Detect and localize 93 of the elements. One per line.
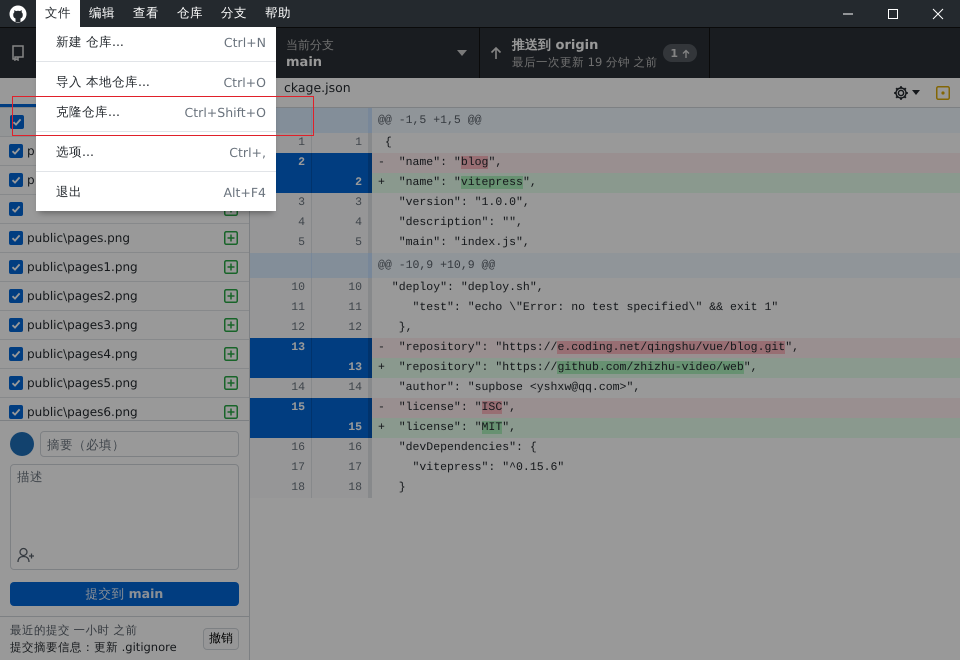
hunk-header: @@ -10,9 +10,9 @@ (372, 253, 960, 278)
file-name: p (27, 173, 35, 187)
check-icon (11, 204, 21, 214)
menu-item[interactable]: 查看 (124, 0, 168, 27)
gutter-cell (312, 338, 372, 358)
code-line: "description": "", (398, 215, 524, 231)
checkbox[interactable] (9, 376, 23, 390)
file-name: public\pages5.png (27, 376, 138, 390)
plus-square-icon (224, 318, 238, 332)
check-icon (11, 378, 21, 388)
last-commit-message: 提交摘要信息：更新 .gitignore (10, 640, 178, 654)
summary-field[interactable]: 摘要（必填） (40, 431, 239, 457)
last-fetched-text: 最后一次更新 19 分钟 之前 (512, 55, 659, 70)
check-icon (11, 407, 21, 417)
check-icon (11, 349, 21, 359)
plus-square-icon (224, 347, 238, 361)
checkbox[interactable] (9, 231, 23, 245)
check-icon (11, 262, 21, 272)
line-number: 13 (250, 338, 312, 358)
checkbox[interactable] (9, 318, 23, 332)
code-line: }, (398, 320, 414, 336)
close-icon[interactable] (932, 8, 944, 20)
check-icon (11, 291, 21, 301)
line-number: 15 (250, 398, 312, 418)
menu-item[interactable]: 帮助 (256, 0, 300, 27)
settings-button[interactable] (893, 84, 920, 100)
menu-item[interactable]: 分支 (212, 0, 256, 27)
avatar (10, 432, 34, 456)
checkbox[interactable] (9, 289, 23, 303)
arrow-up-icon (490, 46, 502, 60)
branch-name: main (286, 54, 324, 70)
code-line: "vitepress": "^0.15.6" (412, 460, 566, 476)
last-commit-time: 最近的提交 一小时 之前 (10, 622, 138, 638)
push-title: 推送到 origin (512, 37, 600, 54)
dot-square-icon[interactable] (936, 86, 950, 100)
check-icon (11, 233, 21, 243)
check-icon (11, 146, 21, 156)
gutter-cell (312, 253, 372, 278)
repo-icon[interactable] (11, 45, 25, 61)
file-name: public\pages2.png (27, 289, 138, 303)
caret-icon (912, 90, 920, 95)
code-line: } (398, 480, 407, 496)
checkbox[interactable] (9, 202, 23, 216)
code-line: { (384, 135, 393, 151)
code-line: "main": "index.js", (398, 235, 531, 251)
menu-item[interactable]: 文件 (36, 0, 80, 27)
code-line: "author": "supbose <yshxw@qq.com>", (398, 380, 642, 396)
gutter-cell (250, 253, 312, 278)
plus-square-icon (224, 376, 238, 390)
check-icon (11, 175, 21, 185)
code-line: "version": "1.0.0", (398, 195, 531, 211)
checkbox[interactable] (9, 144, 23, 158)
hunk-header: @@ -1,5 +1,5 @@ (372, 108, 960, 133)
plus-square-icon (224, 260, 238, 274)
gutter-cell (312, 398, 372, 418)
ahead-count: 1 (670, 46, 678, 60)
line-number: 15 (312, 418, 372, 438)
file-name: public\pages1.png (27, 260, 138, 274)
undo-button[interactable]: 撤销 (203, 628, 239, 650)
file-name: public\pages4.png (27, 347, 138, 361)
caret-icon (457, 50, 467, 56)
line-number: 13 (312, 358, 372, 378)
checkbox[interactable] (9, 260, 23, 274)
arrow-up-icon (682, 48, 690, 58)
menu-item[interactable]: 编辑 (80, 0, 124, 27)
add-person-icon[interactable] (17, 547, 35, 563)
gutter-cell (312, 153, 372, 173)
settings-icon (893, 84, 909, 100)
gutter-cell (250, 358, 312, 378)
checkbox[interactable] (9, 173, 23, 187)
menu-item[interactable]: 仓库 (168, 0, 212, 27)
logo-icon[interactable] (9, 4, 27, 22)
gutter-cell (312, 108, 372, 133)
file-name: public\pages3.png (27, 318, 138, 332)
checkbox[interactable] (9, 405, 23, 419)
file-name: public\pages.png (27, 231, 130, 245)
code-line: "devDependencies": { (398, 440, 538, 456)
file-name: p (27, 144, 35, 158)
file-name: ckage.json (284, 81, 352, 95)
plus-square-icon (224, 289, 238, 303)
plus-square-icon (224, 405, 238, 419)
checkbox[interactable] (9, 347, 23, 361)
branch-label: 当前分支 (286, 36, 335, 54)
plus-square-icon (224, 231, 238, 245)
maximize-icon[interactable] (886, 8, 898, 20)
file-name: public\pages6.png (27, 405, 138, 419)
check-icon (12, 117, 22, 127)
code-line: "test": "echo \"Error: no test specified\" && exit 1" (412, 300, 780, 316)
code-line: "deploy": "deploy.sh", (390, 280, 545, 296)
line-number: 2 (312, 173, 372, 193)
checkbox[interactable] (10, 115, 24, 129)
gutter-cell (250, 418, 312, 438)
check-icon (11, 320, 21, 330)
